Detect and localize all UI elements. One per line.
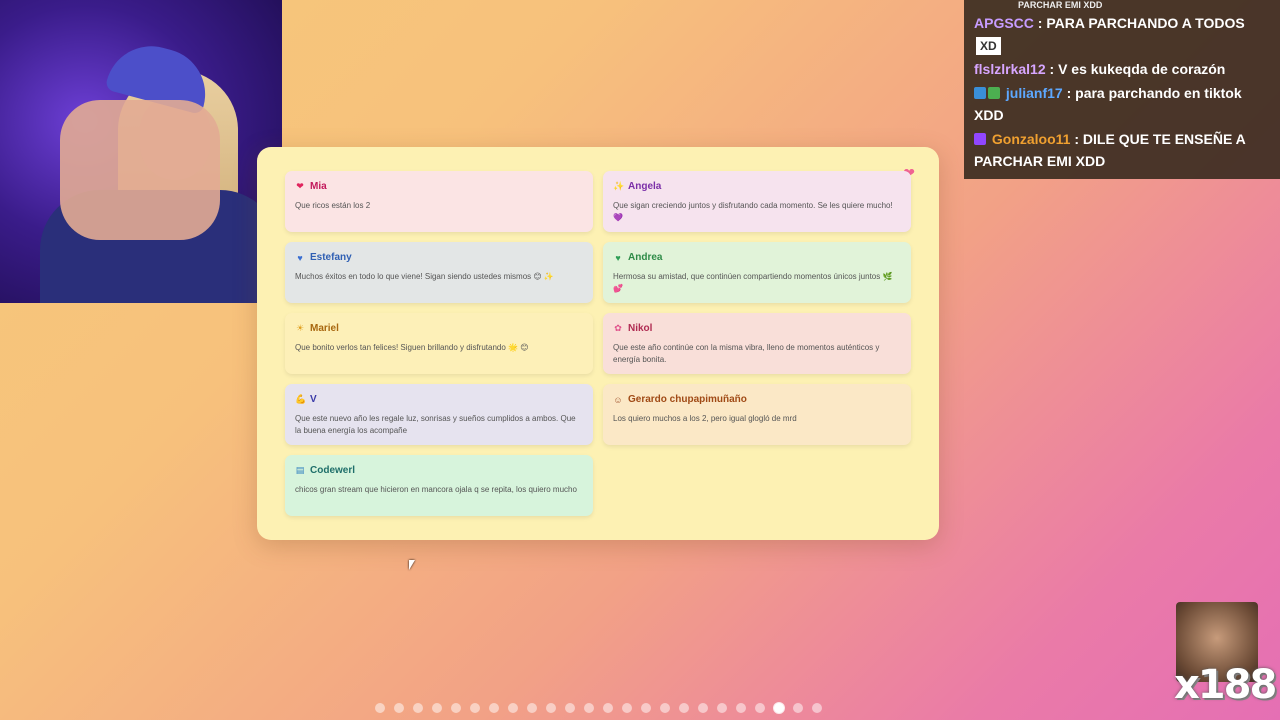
card-author: Angela: [628, 181, 662, 192]
pagination-dot[interactable]: [812, 703, 822, 713]
card-author: Estefany: [310, 252, 352, 263]
chat-username: Gonzaloo11: [991, 131, 1071, 147]
pagination-dot[interactable]: [755, 703, 765, 713]
pagination-dot[interactable]: [565, 703, 575, 713]
card-message: Muchos éxitos en todo lo que viene! Siga…: [295, 272, 554, 281]
chat-username: APGSCC: [974, 15, 1034, 31]
pagination-dot[interactable]: [375, 703, 385, 713]
pagination-dot[interactable]: [489, 703, 499, 713]
card-message: Que este año continúe con la misma vibra…: [613, 343, 880, 364]
chat-text: V es kukeqda de corazón: [1058, 61, 1226, 77]
chat-message: Gonzaloo11 : DILE QUE TE ENSEÑE A PARCHA…: [974, 131, 1246, 169]
message-card: ▤ Codewerl chicos gran stream que hiciero…: [285, 455, 593, 516]
pagination-dot[interactable]: [394, 703, 404, 713]
book-icon: ▤: [295, 465, 305, 475]
streamer-hands: [60, 100, 220, 240]
pagination-dot[interactable]: [584, 703, 594, 713]
messages-panel: ❤ ❤ Mia Que ricos están los 2 ✨Angela Que…: [257, 147, 939, 540]
card-message: Que sigan creciendo juntos y disfrutando…: [613, 201, 893, 222]
card-message: Hermosa su amistad, que continúen compar…: [613, 272, 893, 293]
sparkles-icon: ✨: [613, 181, 625, 191]
pagination-dots: [375, 703, 822, 713]
pagination-dot[interactable]: [527, 703, 537, 713]
mouse-cursor: [409, 560, 415, 570]
card-author: Andrea: [628, 252, 663, 263]
pagination-dot[interactable]: [641, 703, 651, 713]
message-card: ♥ Andrea Hermosa su amistad, que continúe…: [603, 242, 911, 303]
emote-count: x188: [1174, 662, 1277, 708]
badge-icon: [988, 87, 1000, 99]
chat-message: julianf17 : para parchando en tiktok XDD: [974, 85, 1242, 123]
card-message: Los quiero muchos a los 2, pero igual gl…: [613, 414, 797, 423]
pagination-dot[interactable]: [774, 703, 784, 713]
message-grid: ❤ Mia Que ricos están los 2 ✨ Angela Que s…: [285, 171, 911, 516]
flower-icon: ✿: [614, 323, 622, 333]
pagination-dot[interactable]: [470, 703, 480, 713]
pagination-dot[interactable]: [736, 703, 746, 713]
message-card: 💪 V Que este nuevo año les regale luz, so…: [285, 384, 593, 445]
card-message: Que bonito verlos tan felices! Siguen br…: [295, 343, 529, 352]
pagination-dot[interactable]: [432, 703, 442, 713]
pagination-dot[interactable]: [546, 703, 556, 713]
card-author: Mia: [310, 181, 327, 192]
message-card: ✨ Angela Que sigan creciendo juntos y dis…: [603, 171, 911, 232]
pagination-dot[interactable]: [603, 703, 613, 713]
message-card: ❤ Mia Que ricos están los 2: [285, 171, 593, 232]
pagination-dot[interactable]: [413, 703, 423, 713]
card-message: Que ricos están los 2: [295, 201, 371, 210]
badge-icon: [974, 133, 986, 145]
pagination-dot[interactable]: [793, 703, 803, 713]
webcam-overlay: [0, 0, 282, 303]
chat-top-line: PARCHAR EMI XDD: [1018, 0, 1103, 10]
green-heart-icon: ♥: [615, 252, 621, 263]
message-card: ☀ Mariel Que bonito verlos tan felices! S…: [285, 313, 593, 374]
chat-text: PARA PARCHANDO A TODOS: [1046, 15, 1245, 31]
card-author: Gerardo chupapimuñaño: [628, 394, 747, 405]
pagination-dot[interactable]: [622, 703, 632, 713]
card-author: Codewerl: [310, 465, 356, 476]
message-card: ♥ Estefany Muchos éxitos en todo lo que v…: [285, 242, 593, 303]
badge-icon: [974, 87, 986, 99]
sun-icon: ☀: [295, 323, 305, 333]
xd-emote: XD: [976, 37, 1001, 55]
heart-icon: ❤: [296, 181, 304, 191]
chat-message: flslzlrkal12 : V es kukeqda de corazón: [974, 61, 1226, 77]
chat-username: julianf17: [1005, 85, 1063, 101]
chat-message: APGSCC : PARA PARCHANDO A TODOS XD: [974, 15, 1245, 55]
card-message: Que este nuevo año les regale luz, sonri…: [295, 414, 576, 435]
card-author: Mariel: [310, 323, 339, 334]
card-author: V: [310, 394, 317, 405]
chat-username: flslzlrkal12: [974, 61, 1046, 77]
face-icon: ☺: [613, 394, 623, 405]
message-card: ✿ Nikol Que este año continúe con la mism…: [603, 313, 911, 374]
card-author: Nikol: [628, 323, 653, 334]
blue-heart-icon: ♥: [297, 252, 303, 263]
pagination-dot[interactable]: [717, 703, 727, 713]
pagination-dot[interactable]: [660, 703, 670, 713]
pagination-dot[interactable]: [679, 703, 689, 713]
emote-sticker: x188: [1174, 602, 1277, 708]
card-message: chicos gran stream que hicieron en manco…: [295, 485, 577, 494]
message-card: ☺ Gerardo chupapimuñaño Los quiero muchos…: [603, 384, 911, 445]
pagination-dot[interactable]: [698, 703, 708, 713]
pagination-dot[interactable]: [508, 703, 518, 713]
pagination-dot[interactable]: [451, 703, 461, 713]
chat-overlay: PARCHAR EMI XDD APGSCC : PARA PARCHANDO …: [964, 0, 1280, 179]
flexed-arm-icon: 💪: [295, 394, 307, 404]
